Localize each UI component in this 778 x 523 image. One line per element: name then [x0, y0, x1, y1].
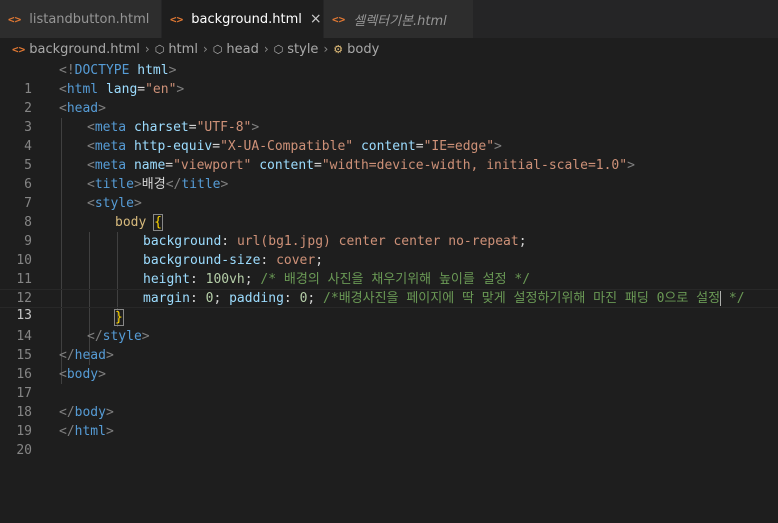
code-line[interactable]: 20 </html> [0, 422, 778, 458]
breadcrumb-file[interactable]: <> background.html [12, 42, 140, 57]
code-content: <meta name="viewport" content="width=dev… [87, 158, 635, 173]
code-content: </head> [59, 348, 114, 363]
code-line[interactable]: 8 <style> [0, 194, 778, 230]
code-content: } [114, 308, 124, 327]
code-content: body { [115, 214, 163, 231]
symbol-cube-icon: ⬡ [273, 42, 284, 56]
code-line[interactable]: 16 </head> [0, 346, 778, 382]
breadcrumb-body[interactable]: ⚙ body [333, 42, 379, 57]
breadcrumb-head[interactable]: ⬡ head [213, 42, 259, 57]
code-line[interactable]: 9 body { [0, 213, 778, 249]
breadcrumb-html[interactable]: ⬡ html [155, 42, 198, 57]
code-content: <head> [59, 101, 106, 116]
matched-brace: } [114, 309, 124, 326]
symbol-cube-icon: ⬡ [212, 42, 223, 56]
chevron-right-icon: › [202, 42, 208, 56]
symbol-cube-icon: ⬡ [154, 42, 165, 56]
tab-label: background.html [191, 11, 302, 27]
code-editor[interactable]: 1 <!DOCTYPE html> 2 <html lang="en"> 3 <… [0, 61, 778, 523]
code-content: </html> [59, 424, 114, 439]
code-line[interactable]: 19 </body> [0, 403, 778, 439]
code-line[interactable]: 4 <meta charset="UTF-8"> [0, 118, 778, 154]
chevron-right-icon: › [323, 42, 329, 56]
breadcrumb-label: style [287, 41, 319, 57]
close-icon[interactable]: × [310, 11, 322, 27]
code-content: <meta http-equiv="X-UA-Compatible" conte… [87, 139, 502, 154]
code-content: <!DOCTYPE html> [59, 63, 177, 78]
code-content: <body> [59, 367, 106, 382]
tab-selector-basics[interactable]: <> 셀렉터기본.html [324, 0, 474, 38]
code-line[interactable]: 11 background-size: cover; [0, 251, 778, 287]
html-file-icon: <> [8, 12, 22, 26]
code-content: <title>배경</title> [87, 177, 229, 192]
code-line[interactable]: 10 background: url(bg1.jpg) center cente… [0, 232, 778, 268]
breadcrumb-label: body [347, 41, 380, 57]
code-content: background-size: cover; [143, 253, 324, 268]
code-content: <meta charset="UTF-8"> [87, 120, 260, 135]
code-line[interactable]: 3 <head> [0, 99, 778, 135]
code-line[interactable]: 6 <meta name="viewport" content="width=d… [0, 156, 778, 192]
html-file-icon: <> [12, 42, 26, 56]
tab-bar: <> listandbutton.html <> background.html… [0, 0, 778, 38]
code-line[interactable]: 7 <title>배경</title> [0, 175, 778, 211]
breadcrumb-label: background.html [29, 41, 140, 57]
code-content: <html lang="en"> [59, 82, 185, 97]
breadcrumb-style[interactable]: ⬡ style [274, 42, 319, 57]
breadcrumb-label: html [168, 41, 198, 57]
tab-label: 셀렉터기본.html [353, 13, 447, 29]
code-content: height: 100vh; /* 배경의 사진을 채우기위해 높이를 설정 *… [143, 272, 531, 287]
code-line[interactable]: 1 <!DOCTYPE html> [0, 61, 778, 97]
html-file-icon: <> [170, 12, 184, 26]
tab-listandbutton[interactable]: <> listandbutton.html [0, 0, 162, 38]
breadcrumb-label: head [226, 41, 259, 57]
tab-background[interactable]: <> background.html × [162, 0, 324, 38]
code-content: background: url(bg1.jpg) center center n… [143, 234, 527, 249]
code-line[interactable]: 15 </style> [0, 327, 778, 363]
chevron-right-icon: › [144, 42, 150, 56]
element-icon: ⚙ [333, 42, 344, 56]
code-line[interactable]: 14 } [0, 308, 778, 344]
code-content: </style> [87, 329, 150, 344]
code-line[interactable]: 5 <meta http-equiv="X-UA-Compatible" con… [0, 137, 778, 173]
code-content: <style> [87, 196, 142, 211]
code-line[interactable]: 12 height: 100vh; /* 배경의 사진을 채우기위해 높이를 설… [0, 270, 778, 306]
html-file-icon: <> [332, 12, 346, 26]
tab-label: listandbutton.html [29, 11, 150, 27]
matched-brace: { [153, 214, 163, 231]
code-line[interactable]: 18 [0, 384, 778, 420]
code-line[interactable]: 2 <html lang="en"> [0, 80, 778, 116]
line-number: 20 [16, 443, 32, 458]
code-line-current[interactable]: 13 margin: 0; padding: 0; /*배경사진을 페이지에 딱… [0, 289, 778, 323]
chevron-right-icon: › [263, 42, 269, 56]
breadcrumb: <> background.html › ⬡ html › ⬡ head › ⬡… [0, 38, 778, 60]
code-content: margin: 0; padding: 0; /*배경사진을 페이지에 딱 맞게… [143, 291, 745, 306]
code-content: </body> [59, 405, 114, 420]
code-line[interactable]: 17 <body> [0, 365, 778, 401]
